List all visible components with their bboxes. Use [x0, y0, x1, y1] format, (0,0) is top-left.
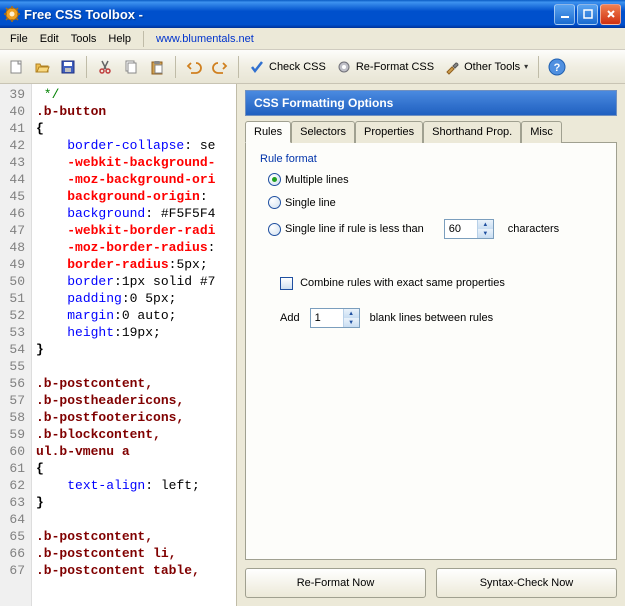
- radio-multiple-lines[interactable]: Multiple lines: [268, 173, 602, 186]
- svg-text:?: ?: [554, 62, 561, 74]
- radio-single-if[interactable]: Single line if rule is less than ▲▼ char…: [268, 219, 602, 239]
- window-title: Free CSS Toolbox -: [24, 7, 552, 22]
- chevron-down-icon: ▾: [524, 62, 528, 71]
- reformat-now-button[interactable]: Re-Format Now: [245, 568, 426, 598]
- tab-selectors[interactable]: Selectors: [291, 121, 355, 143]
- combine-checkbox-row[interactable]: Combine rules with exact same properties: [280, 277, 602, 290]
- tab-misc[interactable]: Misc: [521, 121, 562, 143]
- radio-label: Single line: [285, 197, 336, 209]
- radio-icon: [268, 173, 281, 186]
- cut-button[interactable]: [93, 55, 117, 79]
- toolbar: Check CSS Re-Format CSS Other Tools ▾ ?: [0, 50, 625, 84]
- paste-button[interactable]: [145, 55, 169, 79]
- action-buttons: Re-Format Now Syntax-Check Now: [245, 568, 617, 598]
- toolbar-separator: [175, 56, 176, 78]
- other-tools-label: Other Tools: [464, 61, 520, 73]
- spin-up-icon[interactable]: ▲: [344, 309, 359, 318]
- menu-help[interactable]: Help: [102, 31, 137, 47]
- copy-button[interactable]: [119, 55, 143, 79]
- maximize-button[interactable]: [577, 4, 598, 25]
- main-area: 39 40 41 42 43 44 45 46 47 48 49 50 51 5…: [0, 84, 625, 606]
- app-icon: [4, 6, 20, 22]
- checkbox-icon: [280, 277, 293, 290]
- tab-row: Rules Selectors Properties Shorthand Pro…: [245, 120, 617, 143]
- menu-link[interactable]: www.blumentals.net: [150, 31, 260, 47]
- panel-title: CSS Formatting Options: [245, 90, 617, 116]
- blank-lines-spinner[interactable]: ▲▼: [310, 308, 360, 328]
- reformat-css-label: Re-Format CSS: [356, 61, 434, 73]
- options-pane: CSS Formatting Options Rules Selectors P…: [237, 84, 625, 606]
- radio-icon: [268, 223, 281, 236]
- chars-spinner[interactable]: ▲▼: [444, 219, 494, 239]
- toolbar-separator: [538, 56, 539, 78]
- tab-shorthand[interactable]: Shorthand Prop.: [423, 121, 521, 143]
- chars-input[interactable]: [445, 220, 477, 238]
- toolbar-separator: [86, 56, 87, 78]
- syntax-check-now-button[interactable]: Syntax-Check Now: [436, 568, 617, 598]
- open-file-button[interactable]: [30, 55, 54, 79]
- chars-suffix: characters: [508, 223, 559, 235]
- reformat-css-button[interactable]: Re-Format CSS: [332, 55, 438, 79]
- add-suffix: blank lines between rules: [370, 312, 494, 324]
- undo-button[interactable]: [182, 55, 206, 79]
- new-file-button[interactable]: [4, 55, 28, 79]
- close-button[interactable]: [600, 4, 621, 25]
- menu-edit[interactable]: Edit: [34, 31, 65, 47]
- code-editor[interactable]: */ .b-button { border-collapse: se -webk…: [32, 84, 236, 606]
- radio-icon: [268, 196, 281, 209]
- check-css-label: Check CSS: [269, 61, 326, 73]
- save-button[interactable]: [56, 55, 80, 79]
- spin-down-icon[interactable]: ▼: [344, 318, 359, 327]
- line-gutter: 39 40 41 42 43 44 45 46 47 48 49 50 51 5…: [0, 84, 32, 606]
- editor-pane: 39 40 41 42 43 44 45 46 47 48 49 50 51 5…: [0, 84, 237, 606]
- tab-properties[interactable]: Properties: [355, 121, 423, 143]
- help-button[interactable]: ?: [545, 55, 569, 79]
- rule-format-label: Rule format: [260, 153, 602, 165]
- menubar: File Edit Tools Help www.blumentals.net: [0, 28, 625, 50]
- menu-separator: [143, 31, 144, 47]
- titlebar[interactable]: Free CSS Toolbox -: [0, 0, 625, 28]
- radio-label: Single line if rule is less than: [285, 223, 424, 235]
- check-icon: [249, 59, 265, 75]
- radio-label: Multiple lines: [285, 174, 349, 186]
- other-tools-button[interactable]: Other Tools ▾: [440, 55, 532, 79]
- combine-label: Combine rules with exact same properties: [300, 277, 505, 289]
- spin-down-icon[interactable]: ▼: [478, 229, 493, 238]
- toolbar-separator: [238, 56, 239, 78]
- blank-lines-input[interactable]: [311, 309, 343, 327]
- minimize-button[interactable]: [554, 4, 575, 25]
- panel-body: Rule format Multiple lines Single line S…: [245, 143, 617, 560]
- radio-single-line[interactable]: Single line: [268, 196, 602, 209]
- gear-icon: [336, 59, 352, 75]
- check-css-button[interactable]: Check CSS: [245, 55, 330, 79]
- add-label: Add: [280, 312, 300, 324]
- menu-file[interactable]: File: [4, 31, 34, 47]
- tools-icon: [444, 59, 460, 75]
- spin-up-icon[interactable]: ▲: [478, 220, 493, 229]
- tab-rules[interactable]: Rules: [245, 121, 291, 143]
- menu-tools[interactable]: Tools: [65, 31, 103, 47]
- redo-button[interactable]: [208, 55, 232, 79]
